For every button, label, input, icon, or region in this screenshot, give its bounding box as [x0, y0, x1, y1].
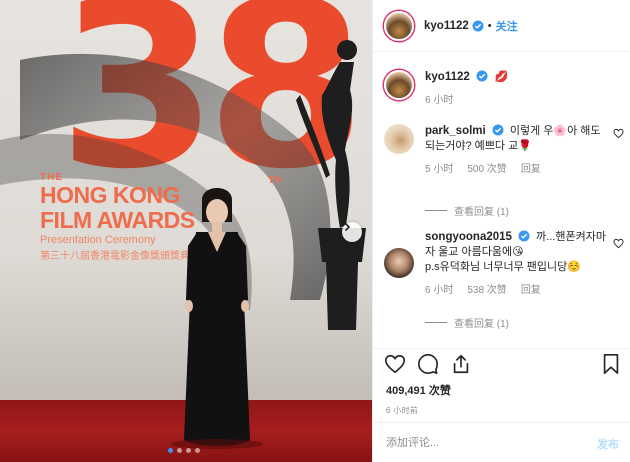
- reply-button[interactable]: 回复: [521, 162, 541, 177]
- caption-username[interactable]: kyo1122: [425, 71, 470, 83]
- bookmark-icon: [603, 354, 619, 374]
- post-header: kyo1122 • 关注: [373, 0, 630, 52]
- caption-body: kyo1122 💋 6 小时: [425, 70, 613, 108]
- carousel-indicator: [168, 448, 200, 453]
- carousel-dot: [168, 448, 173, 453]
- post-photo[interactable]: 38 THE HONG KONG FILM AWARDS Presentatio…: [0, 0, 372, 462]
- comment-body: park_solmi 이렇게 우🌸아 해도 되는거야? 예쁘다 교🌹 5 小时 …: [425, 124, 613, 177]
- post-comment-button[interactable]: 发布: [597, 436, 619, 452]
- comment-likes[interactable]: 538 次赞: [467, 283, 506, 298]
- post-actions: 409,491 次赞 6 小时前: [373, 348, 630, 415]
- follow-separator: •: [487, 19, 492, 32]
- replies-divider-line: [425, 322, 447, 323]
- comment-meta: 5 小时 500 次赞 回复: [425, 162, 613, 177]
- reply-button[interactable]: 回复: [521, 283, 541, 298]
- comment-time: 5 小时: [425, 164, 454, 175]
- verified-badge-icon: [492, 124, 504, 136]
- verified-badge-icon: [476, 70, 488, 82]
- comment-item: park_solmi 이렇게 우🌸아 해도 되는거야? 예쁘다 교🌹 5 小时 …: [384, 124, 624, 218]
- heart-icon[interactable]: [613, 238, 624, 249]
- comment-username[interactable]: park_solmi: [425, 125, 486, 137]
- caption-meta: 6 小时: [425, 93, 613, 108]
- view-replies-label: 查看回复 (1): [454, 207, 509, 218]
- comments-list[interactable]: kyo1122 💋 6 小时 park_solmi 이렇게 우🌸아 해도 되는거…: [373, 52, 630, 348]
- action-icons: [384, 353, 472, 378]
- heart-icon[interactable]: [613, 128, 624, 139]
- post-side-panel: kyo1122 • 关注 kyo1122 💋 6 小时 park_solmi 이…: [372, 0, 630, 462]
- view-replies-button[interactable]: 查看回复 (1): [425, 315, 509, 330]
- comment-meta: 6 小时 538 次赞 回复: [425, 283, 613, 298]
- comment-body: songyoona2015 까...핸폰켜자마자 울교 아름다움에😘 p.s유덕…: [425, 230, 613, 298]
- comment-time: 6 小时: [425, 285, 454, 296]
- comment-item: songyoona2015 까...핸폰켜자마자 울교 아름다움에😘 p.s유덕…: [384, 230, 624, 342]
- like-button[interactable]: [384, 353, 406, 378]
- view-replies-label: 查看回复 (1): [454, 319, 509, 330]
- chevron-right-icon: [344, 222, 351, 232]
- comment-likes[interactable]: 500 次赞: [467, 162, 506, 177]
- follow-button[interactable]: 关注: [496, 18, 518, 34]
- verified-badge-icon: [518, 230, 530, 242]
- heart-icon: [385, 354, 405, 374]
- comment-icon: [418, 354, 438, 374]
- commenter-avatar[interactable]: [384, 124, 414, 154]
- post-timestamp: 6 小时前: [386, 406, 419, 415]
- add-comment-bar: 发布: [373, 422, 630, 462]
- share-icon: [453, 354, 469, 374]
- author-username[interactable]: kyo1122: [424, 20, 469, 32]
- replies-divider-line: [425, 210, 447, 211]
- comment-input[interactable]: [386, 435, 576, 451]
- verified-badge-icon: [472, 20, 484, 31]
- carousel-dot: [186, 448, 191, 453]
- view-replies-button[interactable]: 查看回复 (1): [425, 203, 509, 218]
- caption-time: 6 小时: [425, 95, 454, 106]
- author-info: kyo1122 • 关注: [424, 18, 518, 34]
- author-avatar[interactable]: [384, 10, 414, 41]
- caption-author-avatar[interactable]: [384, 70, 414, 100]
- commenter-avatar[interactable]: [384, 248, 414, 278]
- carousel-next-button[interactable]: [342, 222, 362, 242]
- carousel-dot: [177, 448, 182, 453]
- like-count[interactable]: 409,491 次赞: [386, 382, 451, 398]
- person-figure: [171, 188, 263, 449]
- share-button[interactable]: [450, 353, 472, 378]
- save-button[interactable]: [601, 353, 621, 378]
- caption-text: 💋: [494, 71, 509, 83]
- comment-username[interactable]: songyoona2015: [425, 231, 512, 243]
- carousel-dot: [195, 448, 200, 453]
- comment-button[interactable]: [417, 353, 439, 378]
